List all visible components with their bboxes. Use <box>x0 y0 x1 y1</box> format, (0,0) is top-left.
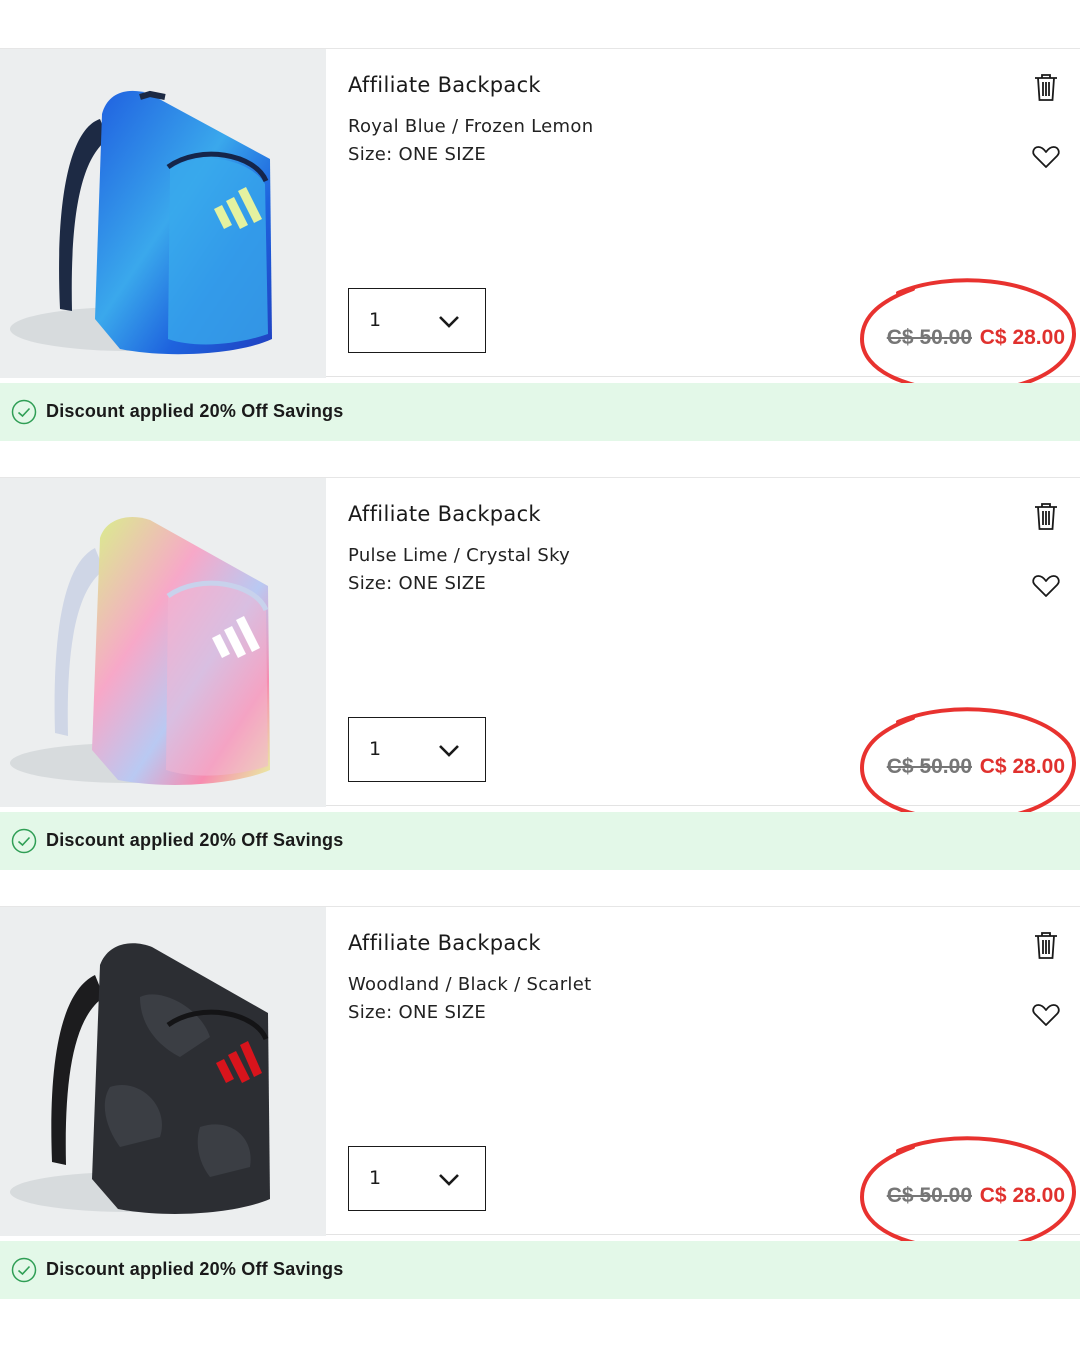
product-size: Size: ONE SIZE <box>348 144 487 165</box>
quantity-select[interactable]: 1 <box>348 717 486 782</box>
backpack-black-image <box>10 943 270 1214</box>
original-price: C$ 50.00 <box>886 1184 972 1207</box>
cart-item: Affiliate Backpack Royal Blue / Frozen L… <box>0 48 1080 442</box>
sale-price: C$ 28.00 <box>979 326 1065 349</box>
chevron-down-icon <box>439 745 459 757</box>
cart-item-card: Affiliate Backpack Pulse Lime / Crystal … <box>0 477 1080 823</box>
discount-banner: Discount applied 20% Off Savings <box>0 812 1080 870</box>
product-color: Pulse Lime / Crystal Sky <box>348 545 571 566</box>
sale-price: C$ 28.00 <box>979 755 1065 778</box>
quantity-select[interactable]: 1 <box>348 1146 486 1211</box>
discount-banner: Discount applied 20% Off Savings <box>0 383 1080 441</box>
quantity-value: 1 <box>369 1167 382 1189</box>
heart-icon[interactable] <box>1030 1001 1062 1029</box>
cart-item-card: Affiliate Backpack Royal Blue / Frozen L… <box>0 48 1080 394</box>
cart-item: Affiliate Backpack Pulse Lime / Crystal … <box>0 477 1080 871</box>
quantity-value: 1 <box>369 309 382 331</box>
product-image[interactable] <box>0 907 326 1236</box>
product-name[interactable]: Affiliate Backpack <box>348 73 541 97</box>
trash-icon[interactable] <box>1030 71 1062 103</box>
product-size: Size: ONE SIZE <box>348 573 487 594</box>
cart-item-card: Affiliate Backpack Woodland / Black / Sc… <box>0 906 1080 1252</box>
product-image[interactable] <box>0 49 326 378</box>
cart-item: Affiliate Backpack Woodland / Black / Sc… <box>0 906 1080 1300</box>
backpack-pastel-image <box>10 517 270 785</box>
discount-banner: Discount applied 20% Off Savings <box>0 1241 1080 1299</box>
original-price: C$ 50.00 <box>886 755 972 778</box>
discount-text: Discount applied 20% Off Savings <box>46 401 344 421</box>
product-size: Size: ONE SIZE <box>348 1002 487 1023</box>
chevron-down-icon <box>439 316 459 328</box>
quantity-select[interactable]: 1 <box>348 288 486 353</box>
check-circle-icon <box>11 1257 37 1283</box>
trash-icon[interactable] <box>1030 500 1062 532</box>
product-name[interactable]: Affiliate Backpack <box>348 502 541 526</box>
product-color: Woodland / Black / Scarlet <box>348 974 592 995</box>
product-name[interactable]: Affiliate Backpack <box>348 931 541 955</box>
quantity-value: 1 <box>369 738 382 760</box>
heart-icon[interactable] <box>1030 143 1062 171</box>
trash-icon[interactable] <box>1030 929 1062 961</box>
chevron-down-icon <box>439 1174 459 1186</box>
original-price: C$ 50.00 <box>886 326 972 349</box>
backpack-blue-image <box>10 90 272 355</box>
check-circle-icon <box>11 828 37 854</box>
sale-price: C$ 28.00 <box>979 1184 1065 1207</box>
discount-text: Discount applied 20% Off Savings <box>46 830 344 850</box>
product-image[interactable] <box>0 478 326 807</box>
discount-text: Discount applied 20% Off Savings <box>46 1259 344 1279</box>
check-circle-icon <box>11 399 37 425</box>
product-color: Royal Blue / Frozen Lemon <box>348 116 594 137</box>
heart-icon[interactable] <box>1030 572 1062 600</box>
